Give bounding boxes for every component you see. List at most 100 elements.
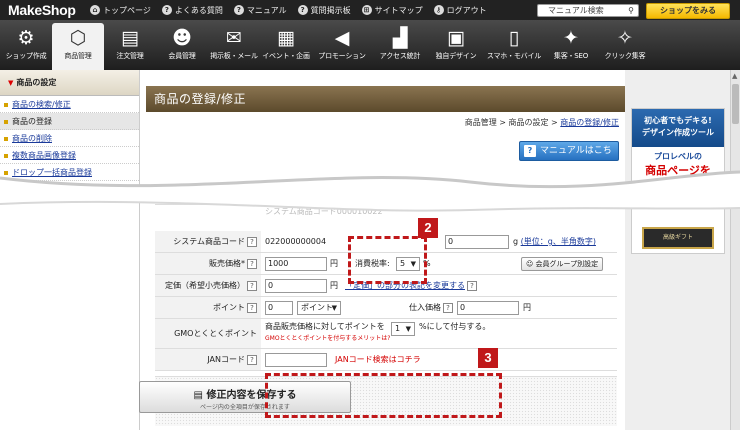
home-icon: ⌂ bbox=[90, 5, 100, 15]
top-links: ⌂ トップページ ? よくある質問 ? マニュアル ? 質問掲示板 ⊞ サイトマップ ⚷ ロ… bbox=[90, 0, 498, 20]
nav-member-management[interactable]: ☻ 会員管理 bbox=[156, 20, 208, 70]
banner-body: プロレベルの 商品ページを 簡単作成 bbox=[645, 152, 711, 194]
banner-header: 初心者でもデキる! デザイン作成ツール bbox=[632, 109, 724, 147]
system-code-value: 022000000004 bbox=[265, 237, 327, 246]
intro-text: ショップの商品を登録/修正/削除することができます。(現在の登録 bbox=[155, 189, 395, 198]
toplink-faq[interactable]: ? よくある質問 bbox=[161, 5, 223, 16]
cost-input[interactable]: 0 bbox=[457, 301, 519, 315]
stats-icon: ▟ bbox=[392, 27, 408, 49]
key-icon: ⚷ bbox=[433, 5, 444, 15]
nav-product-management[interactable]: ⬡ 商品管理 bbox=[52, 23, 104, 70]
box-icon: ⬡ bbox=[69, 27, 87, 49]
help-icon[interactable]: ? bbox=[247, 354, 257, 365]
banner-image: 高級ギフト bbox=[642, 227, 714, 249]
label-gmo: GMOとくとくポイント bbox=[155, 319, 261, 348]
toplink-manual[interactable]: ? マニュアル bbox=[233, 5, 287, 16]
label-system-code: システム商品コード? bbox=[155, 231, 261, 252]
row-list-price: 定価（希望小売価格）? 0 円 「定価」の部分の表記を変更する? bbox=[155, 275, 617, 297]
top-bar: MakeShop ⌂ トップページ ? よくある質問 ? マニュアル ? 質問掲示板 ⊞… bbox=[0, 0, 740, 20]
members-icon: ☻ bbox=[172, 27, 192, 49]
nav-click-marketing[interactable]: ✧ クリック集客 bbox=[598, 20, 652, 70]
toplink-sitemap[interactable]: ⊞ サイトマップ bbox=[361, 5, 423, 16]
label-jan: JANコード? bbox=[155, 349, 261, 370]
triangle-down-icon: ▼ bbox=[8, 79, 14, 87]
list-price-unit: 円 bbox=[330, 281, 338, 290]
price-unit: 円 bbox=[330, 259, 338, 268]
nav-promotion[interactable]: ◀ プロモーション bbox=[312, 20, 372, 70]
nav-shop-create[interactable]: ⚙ ショップ作成 bbox=[0, 20, 52, 70]
label-price: 販売価格*? bbox=[155, 253, 261, 274]
weight-unit-note: g (単位：g、半角数字) bbox=[513, 237, 596, 246]
points-input[interactable]: 0 bbox=[265, 301, 293, 315]
gears-icon: ⚙ bbox=[17, 27, 35, 49]
jan-code-input[interactable] bbox=[265, 353, 327, 367]
sidebar-item-search-edit[interactable]: 商品の検索/修正 bbox=[0, 96, 139, 113]
row-points: ポイント? 0 ポイント ▼ 仕入価格? 0 円 bbox=[155, 297, 617, 319]
toplink-logout[interactable]: ⚷ ログアウト bbox=[433, 5, 487, 16]
nav-seo[interactable]: ✦ 集客・SEO bbox=[544, 20, 598, 70]
gmo-rate-select[interactable]: 1 ▼ bbox=[391, 322, 415, 336]
gmo-text-after: %にして付与する。 bbox=[419, 322, 491, 331]
price-input[interactable]: 1000 bbox=[265, 257, 327, 271]
gmo-merit-link[interactable]: GMOとくとくポイントを付与するメリットは? bbox=[265, 328, 390, 349]
ghost-code-text: システム商品コード000010022 bbox=[265, 207, 383, 216]
help-icon[interactable]: ? bbox=[467, 280, 477, 291]
manual-search-input[interactable]: マニュアル検索 ⚲ bbox=[537, 4, 639, 17]
view-shop-button[interactable]: ショップをみる bbox=[646, 3, 730, 19]
megaphone-icon: ◀ bbox=[334, 27, 350, 49]
help-icon[interactable]: ? bbox=[247, 280, 257, 291]
label-list-price: 定価（希望小売価格）? bbox=[155, 275, 261, 296]
clipboard-icon: ▤ bbox=[121, 27, 139, 49]
tax-rate-select[interactable]: 5 ▼ bbox=[396, 257, 420, 271]
main-content: 商品の登録/修正 商品管理 > 商品の設定 > 商品の登録/修正 ? マニュアルは… bbox=[141, 70, 625, 430]
question-icon: ? bbox=[161, 5, 172, 15]
sidebar-item-bulk-register[interactable]: ドロップ一括商品登録 bbox=[0, 164, 139, 181]
save-icon: ▤ bbox=[193, 390, 203, 401]
nav-event[interactable]: ▦ イベント・企画 bbox=[260, 20, 312, 70]
member-group-button[interactable]: ☺ 会員グループ別設定 bbox=[521, 257, 604, 271]
annotation-badge-2: 2 bbox=[418, 218, 438, 238]
product-form: システム商品コード000010022 システム商品コード? 0220000000… bbox=[155, 204, 617, 371]
nav-board-mail[interactable]: ✉ 掲示板・メール bbox=[208, 20, 260, 70]
mail-icon: ✉ bbox=[226, 27, 242, 49]
tax-rate-label: 消費税率: bbox=[355, 259, 390, 268]
search-icon[interactable]: ⚲ bbox=[628, 5, 634, 16]
breadcrumb: 商品管理 > 商品の設定 > 商品の登録/修正 bbox=[464, 118, 619, 127]
toplink-top[interactable]: ⌂ トップページ bbox=[90, 5, 151, 16]
sidebar-item-delete[interactable]: 商品の削除 bbox=[0, 130, 139, 147]
sidebar: ▼ 商品の設定 商品の検索/修正 商品の登録 商品の削除 複数商品画像登録 ドロッ… bbox=[0, 70, 140, 430]
jan-search-link[interactable]: JANコード検索はコチラ bbox=[335, 349, 421, 370]
chevron-down-icon: ▼ bbox=[405, 325, 411, 333]
help-icon[interactable]: ? bbox=[443, 302, 453, 313]
weight-input[interactable]: 0 bbox=[445, 235, 509, 249]
help-icon[interactable]: ? bbox=[247, 236, 257, 247]
list-price-input[interactable]: 0 bbox=[265, 279, 327, 293]
nav-access-stats[interactable]: ▟ アクセス統計 bbox=[372, 20, 428, 70]
label-cost: 仕入価格? bbox=[369, 297, 453, 318]
scrollbar[interactable]: ▲ bbox=[730, 70, 740, 430]
scroll-thumb[interactable] bbox=[732, 84, 739, 124]
chevron-down-icon: ▼ bbox=[331, 304, 337, 312]
nav-order-management[interactable]: ▤ 注文管理 bbox=[104, 20, 156, 70]
list-price-label-link: 「定価」の部分の表記を変更する? bbox=[345, 275, 477, 296]
design-tool-banner[interactable]: 初心者でもデキる! デザイン作成ツール プロレベルの 商品ページを 簡単作成 高… bbox=[631, 108, 725, 254]
nav-original-design[interactable]: ▣ 独自デザイン bbox=[428, 20, 484, 70]
row-gmo-points: GMOとくとくポイント 商品販売価格に対してポイントを 1 ▼ %にして付与する。… bbox=[155, 319, 617, 349]
manual-button[interactable]: ? マニュアルはこちら bbox=[519, 141, 619, 174]
question-icon: ? bbox=[524, 145, 536, 157]
sidebar-item-register[interactable]: 商品の登録 bbox=[0, 113, 139, 130]
help-icon[interactable]: ? bbox=[247, 258, 257, 269]
breadcrumb-current[interactable]: 商品の登録/修正 bbox=[560, 118, 619, 127]
makeshop-logo[interactable]: MakeShop bbox=[8, 2, 90, 18]
scroll-up-icon[interactable]: ▲ bbox=[732, 72, 737, 80]
save-button[interactable]: ▤ 修正内容を保存する ページ内の全項目が保存されます bbox=[139, 381, 351, 413]
question-icon: ? bbox=[297, 5, 308, 15]
design-icon: ▣ bbox=[447, 27, 465, 49]
click-icon: ✧ bbox=[617, 27, 633, 49]
sitemap-icon: ⊞ bbox=[361, 5, 372, 15]
nav-smartphone[interactable]: ▯ スマホ・モバイル bbox=[484, 20, 544, 70]
toplink-board[interactable]: ? 質問掲示板 bbox=[297, 5, 351, 16]
points-type-select[interactable]: ポイント ▼ bbox=[297, 301, 341, 315]
help-icon[interactable]: ? bbox=[247, 302, 257, 313]
sidebar-item-multi-image[interactable]: 複数商品画像登録 bbox=[0, 147, 139, 164]
